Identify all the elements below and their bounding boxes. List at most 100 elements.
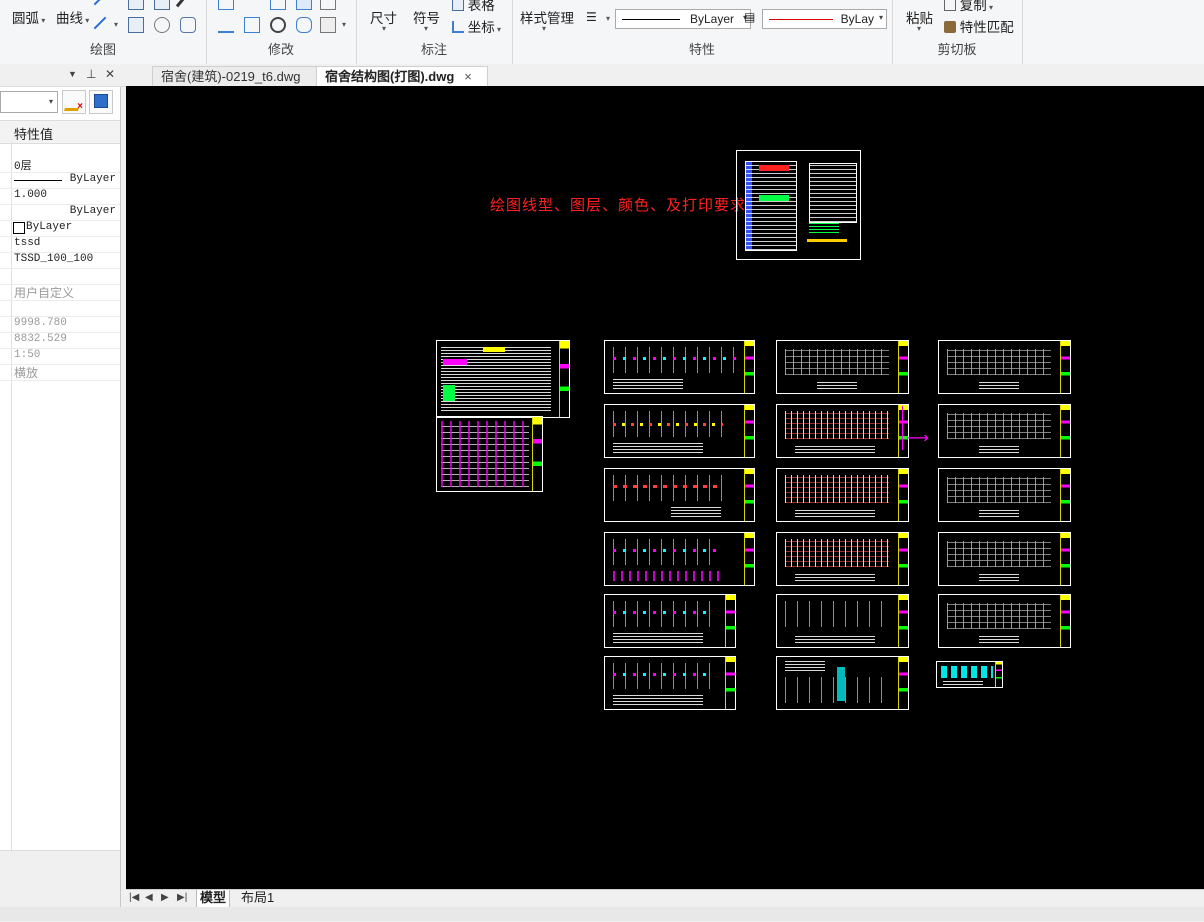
copy-button[interactable]: 复制 ▾ (944, 0, 993, 14)
slab-plan-sheet-3[interactable] (776, 468, 909, 522)
rotate-icon[interactable] (270, 17, 286, 33)
property-value-header: 特性值 (0, 120, 120, 144)
property-row-paper[interactable]: 用户自定义 (0, 284, 120, 301)
pick-icon[interactable] (175, 0, 188, 8)
property-row-dimstyle[interactable]: TSSD_100_100 (0, 252, 120, 269)
property-row-layer[interactable]: 0层 (0, 156, 120, 173)
beam-reinforcement-sheet-4[interactable] (938, 532, 1071, 586)
coordinate-button[interactable]: 坐标 ▾ (452, 16, 501, 36)
title-block (744, 469, 754, 521)
tab-layout1[interactable]: 布局1 (238, 890, 277, 907)
property-row-height: 8832.529 (0, 332, 120, 349)
property-row-linetype[interactable]: ByLayer (0, 172, 120, 189)
property-value: 0层 (14, 161, 32, 173)
boundary-icon[interactable] (180, 17, 196, 33)
modify-dropdown-icon[interactable]: ▾ (342, 20, 346, 29)
tab-building-dwg[interactable]: 宿舍(建筑)-0219_t6.dwg (152, 66, 326, 86)
rectangle-icon[interactable] (128, 0, 144, 10)
lineweight-dropdown-icon[interactable]: ▾ (606, 14, 610, 23)
stair-detail-sheet[interactable] (776, 656, 909, 710)
beam-reinforcement-sheet-2[interactable] (938, 404, 1071, 458)
property-row-scale[interactable]: 1.000 (0, 188, 120, 205)
quick-select-button[interactable]: × (62, 90, 86, 114)
palette-menu-icon[interactable]: ▼ (68, 69, 77, 79)
line-tool-icon[interactable] (93, 16, 107, 30)
symbol-dropdown-icon[interactable]: ▾ (424, 24, 428, 33)
foundation-detail-sheet[interactable] (604, 404, 755, 458)
requirements-legend-sheet[interactable] (736, 150, 861, 260)
select-objects-icon (94, 94, 108, 108)
last-layout-icon[interactable]: ▶| (177, 892, 187, 903)
sheet-notes (979, 635, 1019, 643)
move-icon[interactable] (218, 0, 234, 10)
status-bar (0, 907, 1204, 921)
title-block (744, 341, 754, 393)
scale-icon[interactable] (244, 17, 260, 33)
ribbon-group-modify-label: 修改 (267, 42, 294, 57)
color-combo[interactable]: ByLay ▾ (762, 9, 887, 29)
tab-model[interactable]: 模型 (196, 890, 231, 908)
mirror-icon[interactable] (218, 17, 234, 33)
property-row-color[interactable]: ByLayer (0, 220, 120, 237)
line-icon[interactable] (93, 0, 107, 6)
linetype-combo[interactable]: ByLayer ▾ (615, 9, 751, 29)
array-icon[interactable] (296, 17, 312, 33)
title-block (995, 662, 1002, 687)
sheet-notes (979, 445, 1019, 453)
hatch-icon[interactable] (128, 17, 144, 33)
lineweight-list-icon[interactable]: ▤ (744, 10, 755, 24)
object-type-select[interactable]: ▾ (0, 91, 58, 113)
region-icon[interactable] (154, 17, 170, 33)
dimension-dropdown-icon[interactable]: ▾ (382, 24, 386, 33)
detail-sheet[interactable] (436, 416, 543, 492)
first-layout-icon[interactable]: |◀ (129, 892, 139, 903)
tab-structure-dwg[interactable]: 宿舍结构图(打图).dwg × (316, 66, 488, 86)
line-dropdown-icon[interactable]: ▾ (114, 20, 118, 29)
column-plan-sheet[interactable] (604, 468, 755, 522)
offset-icon[interactable] (270, 0, 286, 10)
section-detail-sheet[interactable] (936, 661, 1003, 688)
arc-button[interactable]: 圆弧 ▾ (12, 7, 45, 27)
design-notes-sheet[interactable] (436, 340, 570, 418)
table-button[interactable]: 表格 (452, 0, 495, 14)
plan-grid (613, 539, 719, 565)
beam-plan-sheet-2[interactable] (604, 656, 736, 710)
close-icon[interactable]: ✕ (105, 67, 115, 81)
sheet-notes (979, 509, 1019, 517)
edit-icon[interactable] (320, 17, 336, 33)
column-markers (613, 485, 723, 488)
beam-reinforcement-sheet-1[interactable] (938, 340, 1071, 394)
notes-highlight (443, 385, 455, 401)
table-icon[interactable] (154, 0, 170, 10)
lineweight-icon[interactable]: ☰ (586, 10, 597, 24)
plan-grid (947, 413, 1051, 439)
paste-dropdown-icon[interactable]: ▾ (917, 24, 921, 33)
trim-icon[interactable] (244, 0, 260, 10)
slab-plan-sheet-2[interactable] (776, 404, 909, 458)
pin-icon[interactable]: ⊥ (86, 67, 96, 81)
style-manager-dropdown-icon[interactable]: ▾ (542, 24, 546, 33)
prev-layout-icon[interactable]: ◀ (145, 892, 153, 903)
property-row-lineweight[interactable]: ByLayer (0, 204, 120, 221)
column-detail-sheet[interactable] (604, 532, 755, 586)
plan-grid (785, 601, 889, 627)
sheet-notes (795, 445, 875, 453)
explode-icon[interactable] (320, 0, 336, 10)
style-manager-button[interactable]: 样式管理 (520, 7, 574, 27)
beam-plan-sheet-1[interactable] (604, 594, 736, 648)
curve-button[interactable]: 曲线 ▾ (56, 7, 89, 27)
slab-plan-sheet-4[interactable] (776, 532, 909, 586)
foundation-plan-sheet[interactable] (604, 340, 755, 394)
roof-plan-sheet[interactable] (776, 594, 909, 648)
next-layout-icon[interactable]: ▶ (161, 892, 169, 903)
notes-highlight (483, 347, 505, 352)
copy-object-icon[interactable] (296, 0, 312, 10)
beam-reinforcement-sheet-3[interactable] (938, 468, 1071, 522)
match-properties-button[interactable]: 特性匹配 (944, 16, 1014, 36)
drawing-canvas[interactable]: 绘图线型、图层、颜色、及打印要求 ⟶ (126, 86, 1204, 889)
close-tab-icon[interactable]: × (464, 69, 472, 84)
select-objects-button[interactable] (89, 90, 113, 114)
slab-plan-sheet-1[interactable] (776, 340, 909, 394)
beam-reinforcement-sheet-5[interactable] (938, 594, 1071, 648)
property-row-style[interactable]: tssd (0, 236, 120, 253)
